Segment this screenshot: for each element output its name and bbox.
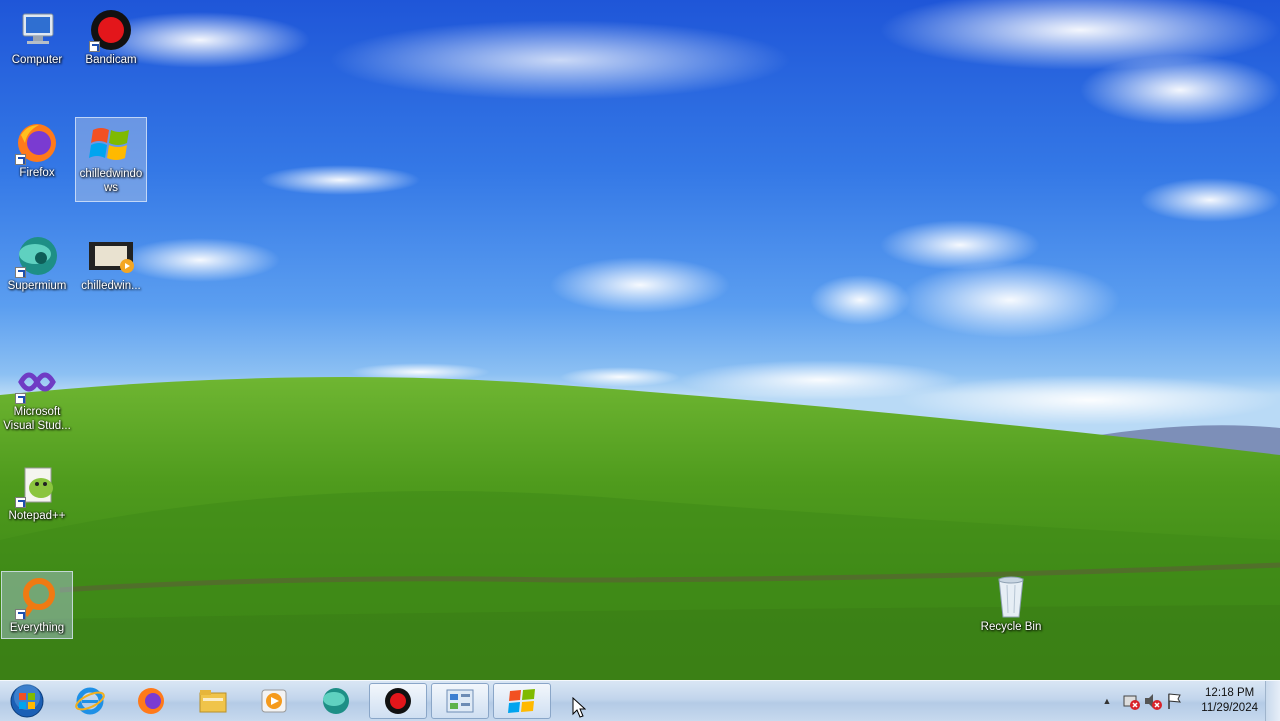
desktop-icon-firefox[interactable]: Firefox xyxy=(1,117,73,185)
windows-logo-icon xyxy=(508,689,535,713)
shortcut-arrow-icon xyxy=(15,609,26,620)
taskbar-media-player[interactable] xyxy=(245,683,303,719)
firefox-icon xyxy=(13,121,61,165)
taskbar-supermium[interactable] xyxy=(307,683,365,719)
desktop-icon-computer[interactable]: Computer xyxy=(1,4,73,72)
desktop-icon-chilledwindows[interactable]: chilledwindo ws xyxy=(75,117,147,202)
desktop-icon-supermium[interactable]: Supermium xyxy=(1,230,73,298)
desktop-icon-recycle-bin[interactable]: Recycle Bin xyxy=(975,571,1047,639)
control-panel-icon xyxy=(446,689,474,713)
notepadpp-icon xyxy=(13,464,61,508)
recycle-bin-icon xyxy=(987,575,1035,619)
desktop-icon-visual-studio[interactable]: Microsoft Visual Stud... xyxy=(1,356,73,432)
bandicam-icon xyxy=(385,688,411,714)
action-center-icon[interactable] xyxy=(1120,691,1142,711)
taskbar-control-panel[interactable] xyxy=(431,683,489,719)
network-flag-icon[interactable] xyxy=(1164,691,1186,711)
taskbar-internet-explorer[interactable] xyxy=(61,683,119,719)
supermium-icon xyxy=(13,234,61,278)
computer-icon xyxy=(13,8,61,52)
taskbar: ▲ 12:18 PM 11/29/2024 xyxy=(0,680,1280,721)
shortcut-arrow-icon xyxy=(15,267,26,278)
shortcut-arrow-icon xyxy=(89,41,100,52)
taskbar-chilledwindows[interactable] xyxy=(493,683,551,719)
desktop-icon-everything[interactable]: Everything xyxy=(1,571,73,639)
bandicam-icon xyxy=(87,8,135,52)
taskbar-file-explorer[interactable] xyxy=(184,683,242,719)
internet-explorer-icon xyxy=(75,687,105,715)
system-clock[interactable]: 12:18 PM 11/29/2024 xyxy=(1201,686,1258,716)
notification-area: ▲ xyxy=(1098,681,1186,721)
start-button[interactable] xyxy=(0,683,54,719)
firefox-icon xyxy=(138,688,164,714)
shortcut-arrow-icon xyxy=(15,154,26,165)
desktop[interactable]: Computer Bandicam Firefox chilledwindo w… xyxy=(0,0,1280,680)
show-desktop-button[interactable] xyxy=(1265,681,1280,721)
desktop-icon-bandicam[interactable]: Bandicam xyxy=(75,4,147,72)
shortcut-arrow-icon xyxy=(15,497,26,508)
shortcut-arrow-icon xyxy=(15,393,26,404)
video-file-icon xyxy=(87,234,135,278)
start-orb-icon xyxy=(10,684,44,718)
show-hidden-icons-chevron-icon[interactable]: ▲ xyxy=(1098,696,1116,706)
windows-logo-icon xyxy=(87,122,135,166)
desktop-icon-chilledwin-video[interactable]: chilledwin... xyxy=(75,230,147,298)
media-player-icon xyxy=(261,689,287,713)
volume-muted-icon[interactable] xyxy=(1142,691,1164,711)
clock-date: 11/29/2024 xyxy=(1201,702,1258,714)
taskbar-bandicam[interactable] xyxy=(369,683,427,719)
desktop-icon-notepadpp[interactable]: Notepad++ xyxy=(1,460,73,528)
supermium-icon xyxy=(323,688,349,714)
taskbar-firefox[interactable] xyxy=(122,683,180,719)
clock-time: 12:18 PM xyxy=(1205,687,1255,699)
file-explorer-icon xyxy=(199,690,227,713)
everything-search-icon xyxy=(13,576,61,620)
mouse-cursor-icon xyxy=(572,697,586,718)
bliss-wallpaper xyxy=(0,0,1280,680)
visual-studio-icon xyxy=(13,360,61,404)
